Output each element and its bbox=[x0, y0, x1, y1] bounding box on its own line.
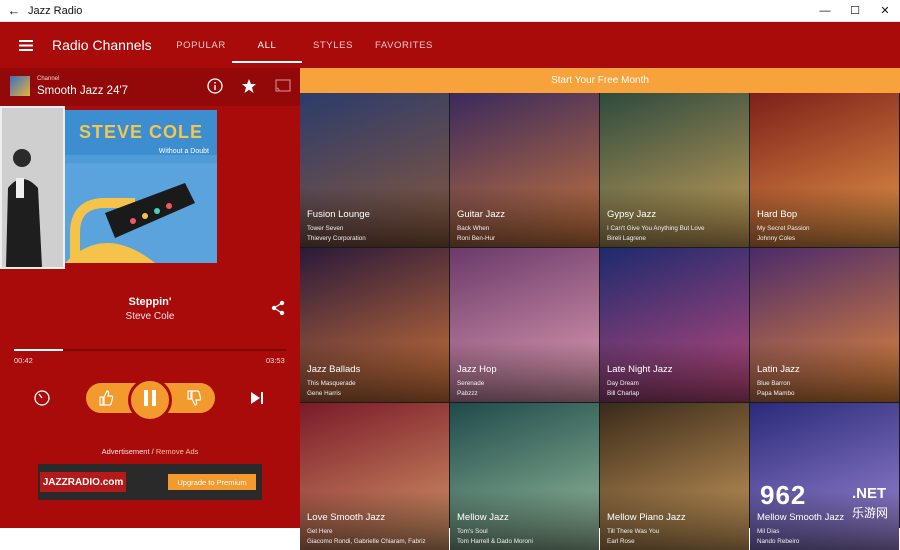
remove-ads-link[interactable]: Remove Ads bbox=[156, 447, 199, 456]
channel-tile-song: Tom's Soul bbox=[457, 528, 488, 535]
channel-tile-name: Jazz Ballads bbox=[307, 364, 361, 375]
channel-tile-song: I Can't Give You Anything But Love bbox=[607, 225, 705, 232]
progress-bar[interactable] bbox=[14, 349, 286, 351]
channel-tile-song: Tower Seven bbox=[307, 225, 344, 232]
free-month-promo-banner[interactable]: Start Your Free Month bbox=[300, 68, 900, 93]
channel-tile-name: Mellow Jazz bbox=[457, 512, 509, 523]
channel-tile-artist: Nando Rebeiro bbox=[757, 538, 800, 545]
song-artist: Steve Cole bbox=[125, 311, 175, 322]
channel-tile-song: Get Here bbox=[307, 528, 333, 535]
window-title: Jazz Radio bbox=[28, 4, 83, 17]
channel-tile-song: This Masquerade bbox=[307, 380, 356, 387]
channel-tile-artist: Pabzzz bbox=[457, 390, 478, 397]
channel-tile-song: Serenade bbox=[457, 380, 485, 387]
channel-caption: Channel bbox=[37, 76, 60, 82]
channel-tile[interactable]: Gypsy Jazz I Can't Give You Anything But … bbox=[600, 93, 749, 247]
channel-tile[interactable]: Jazz Hop Serenade Pabzzz bbox=[450, 248, 599, 402]
channel-tile-artist: Johnny Coles bbox=[757, 235, 796, 242]
sleep-timer-icon[interactable] bbox=[32, 388, 52, 408]
cast-icon[interactable] bbox=[274, 77, 292, 95]
channel-tile-artist: Earl Rose bbox=[607, 538, 635, 545]
channel-tile-artist: Bireli Lagrene bbox=[607, 235, 646, 242]
album-artist-text: STEVE COLE bbox=[78, 122, 204, 142]
channel-tile-song: My Secret Passion bbox=[757, 225, 810, 232]
channel-grid: Fusion Lounge Tower Seven Thievery Corpora… bbox=[300, 93, 900, 550]
channel-browser: Start Your Free Month Fusion Lounge Tower… bbox=[300, 68, 900, 550]
channel-tile-name: Latin Jazz bbox=[757, 364, 800, 375]
channel-tile-song: Day Dream bbox=[607, 380, 639, 387]
channel-tile-name: Late Night Jazz bbox=[607, 364, 673, 375]
channel-tile-name: Jazz Hop bbox=[457, 364, 497, 375]
album-title-text: Without a Doubt bbox=[158, 148, 209, 155]
hamburger-menu-icon[interactable] bbox=[0, 22, 52, 68]
channel-tile-artist: Roni Ben-Hur bbox=[457, 235, 496, 242]
minimize-button[interactable]: — bbox=[810, 5, 840, 17]
close-button[interactable]: ✕ bbox=[870, 4, 900, 17]
jazzradio-logo: JAZZRADIO.com bbox=[40, 472, 126, 492]
upgrade-premium-button[interactable]: Upgrade to Premium bbox=[168, 474, 256, 490]
channel-tile-artist: Tom Harrell & Dado Moroni bbox=[457, 538, 533, 545]
maximize-button[interactable]: ☐ bbox=[840, 4, 870, 17]
tab-popular[interactable]: POPULAR bbox=[170, 22, 232, 68]
album-cover: STEVE COLE Without a Doubt bbox=[65, 110, 217, 263]
channel-thumbnail bbox=[10, 76, 30, 96]
progress-bar-fill bbox=[14, 349, 63, 351]
now-playing-panel: Channel Smooth Jazz 24'7 STEVE COLE With… bbox=[0, 68, 300, 528]
channel-tile-artist: Gene Harris bbox=[307, 390, 341, 397]
album-art-area: STEVE COLE Without a Doubt bbox=[0, 106, 300, 276]
site-watermark: 962 .NET 乐游网 bbox=[760, 480, 895, 522]
pause-icon bbox=[143, 389, 157, 411]
info-icon[interactable] bbox=[206, 77, 224, 95]
channel-tile-name: Guitar Jazz bbox=[457, 209, 506, 220]
ad-banner[interactable]: JAZZRADIO.com Upgrade to Premium bbox=[38, 464, 262, 500]
watermark-chinese-text: 乐游网 bbox=[852, 506, 889, 520]
song-title: Steppin' bbox=[128, 296, 172, 308]
playback-controls bbox=[0, 378, 300, 422]
play-pause-button[interactable] bbox=[128, 378, 172, 422]
channel-tile-artist: Papa Mambo bbox=[757, 390, 795, 397]
channel-tile-name: Gypsy Jazz bbox=[607, 209, 657, 220]
channel-tile[interactable]: Guitar Jazz Back When Roni Ben-Hur bbox=[450, 93, 599, 247]
channel-tile-artist: Giacomo Rondi, Gabrielle Chiaram, Fabriz bbox=[307, 538, 426, 545]
total-duration: 03:53 bbox=[266, 356, 285, 365]
window-titlebar: ← Jazz Radio — ☐ ✕ bbox=[0, 0, 900, 22]
channel-tile-name: Hard Bop bbox=[757, 209, 798, 220]
app-header: Radio Channels POPULAR ALL STYLES FAVORI… bbox=[0, 22, 900, 68]
elapsed-time: 00:42 bbox=[14, 356, 33, 365]
channel-name: Smooth Jazz 24'7 bbox=[37, 85, 129, 97]
tab-styles[interactable]: STYLES bbox=[302, 22, 364, 68]
channel-tile[interactable]: Jazz Ballads This Masquerade Gene Harris bbox=[300, 248, 449, 402]
advertisement-line: Advertisement / Remove Ads bbox=[0, 447, 300, 456]
channel-tile[interactable]: Latin Jazz Blue Barron Papa Mambo bbox=[750, 248, 899, 402]
channel-tile-song: Mil Dias bbox=[757, 528, 780, 535]
channel-tile[interactable]: Hard Bop My Secret Passion Johnny Coles bbox=[750, 93, 899, 247]
page-title: Radio Channels bbox=[52, 37, 152, 53]
channel-tile-song: Till There Was You bbox=[607, 528, 660, 535]
channel-tile-name: Mellow Piano Jazz bbox=[607, 512, 686, 523]
channel-tile-name: Fusion Lounge bbox=[307, 209, 370, 220]
current-channel-row: Channel Smooth Jazz 24'7 bbox=[0, 68, 300, 106]
channel-tile[interactable]: Fusion Lounge Tower Seven Thievery Corpora… bbox=[300, 93, 449, 247]
skip-next-icon[interactable] bbox=[247, 388, 267, 408]
channel-tile-artist: Bill Charlap bbox=[607, 390, 640, 397]
channel-tile-name: Love Smooth Jazz bbox=[307, 512, 386, 523]
advertisement-label: Advertisement bbox=[101, 447, 150, 456]
channel-tile-song: Blue Barron bbox=[757, 380, 791, 387]
channel-tile-artist: Thievery Corporation bbox=[307, 235, 366, 242]
share-icon[interactable] bbox=[270, 300, 286, 316]
watermark-domain: .NET bbox=[852, 485, 887, 502]
channel-tile-song: Back When bbox=[457, 225, 490, 232]
advertisement-separator: / bbox=[151, 447, 154, 456]
thumbs-up-icon[interactable] bbox=[96, 388, 116, 408]
thumbs-down-icon[interactable] bbox=[184, 388, 204, 408]
tab-favorites[interactable]: FAVORITES bbox=[364, 22, 444, 68]
watermark-number: 962 bbox=[760, 480, 807, 510]
back-arrow-icon[interactable]: ← bbox=[0, 3, 28, 18]
favorite-star-icon[interactable] bbox=[240, 77, 258, 95]
channel-tile[interactable]: Late Night Jazz Day Dream Bill Charlap bbox=[600, 248, 749, 402]
artist-photo bbox=[0, 106, 65, 269]
tab-all[interactable]: ALL bbox=[232, 22, 302, 68]
